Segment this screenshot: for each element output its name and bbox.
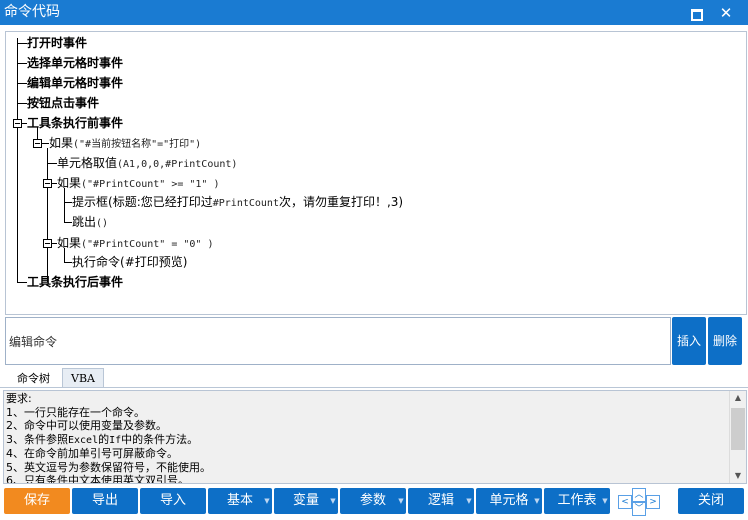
tab-command-tree[interactable]: 命令树: [5, 368, 62, 389]
event-button[interactable]: 按钮点击事件: [27, 95, 99, 111]
requirement-line: 4、在命令前加单引号可屏蔽命令。: [6, 447, 178, 460]
requirement-line: 5、英文逗号为参数保留符号，不能使用。: [6, 460, 211, 474]
tree-line: [47, 163, 57, 164]
save-button[interactable]: 保存: [4, 488, 70, 514]
requirements-heading: 要求:: [6, 392, 32, 405]
event-before-toolbar[interactable]: 工具条执行前事件: [27, 115, 123, 131]
title-bar: 命令代码 ✕: [0, 0, 748, 25]
tree-line: [47, 148, 48, 282]
dropdown-arrow-icon: ▼: [264, 497, 270, 505]
editor-placeholder: 编辑命令: [9, 335, 58, 349]
command-tree[interactable]: 打开时事件 选择单元格时事件 编辑单元格时事件 按钮点击事件 工具条执行前事件 …: [5, 31, 747, 315]
collapse-icon[interactable]: [13, 119, 22, 128]
window-title: 命令代码: [4, 4, 60, 20]
requirements-text: 要求: 1、一行只能存在一个命令。 2、命令中可以使用变量及参数。 3、条件参照…: [6, 392, 211, 484]
dropdown-arrow-icon: ▼: [534, 497, 540, 505]
move-right-icon[interactable]: >: [646, 495, 660, 509]
export-button[interactable]: 导出: [72, 488, 138, 514]
scroll-down-icon[interactable]: ▼: [730, 469, 746, 483]
requirement-line: 3、条件参照Excel的If中的条件方法。: [6, 432, 199, 446]
node-keyword: 如果: [57, 236, 82, 250]
dropdown-arrow-icon: ▼: [330, 497, 336, 505]
bottom-toolbar: 保存 导出 导入 基本 ▼ 变量 ▼ 参数 ▼ 逻辑 ▼ 单元格 ▼ 工作表 ▼ ︿ < >…: [0, 486, 748, 520]
node-exit[interactable]: 跳出(): [72, 214, 108, 232]
node-cell-get[interactable]: 单元格取值(A1,0,0,#PrintCount): [57, 155, 237, 173]
event-open[interactable]: 打开时事件: [27, 35, 87, 51]
restore-icon[interactable]: [688, 5, 704, 21]
node-if-printcount-eq[interactable]: 如果("#PrintCount" = "0" ): [57, 235, 213, 253]
tree-line: [64, 262, 72, 263]
event-after-toolbar[interactable]: 工具条执行后事件: [27, 274, 123, 290]
dropdown-arrow-icon: ▼: [466, 497, 472, 505]
tree-line: [17, 103, 27, 104]
move-down-icon[interactable]: ﹀: [632, 502, 646, 516]
sheet-menu-button[interactable]: 工作表 ▼: [544, 488, 610, 514]
param-menu-button[interactable]: 参数 ▼: [340, 488, 406, 514]
node-args: (): [96, 218, 109, 229]
close-icon[interactable]: ✕: [718, 5, 734, 21]
node-exec[interactable]: 执行命令(#打印预览): [72, 254, 187, 270]
node-args: (#打印预览): [120, 255, 188, 269]
tree-line: [17, 38, 18, 282]
tree-line: [17, 282, 27, 283]
node-args-var: #PrintCount: [212, 198, 279, 209]
tree-line: [41, 143, 49, 144]
node-args: ("#当前按钮名称"="打印"): [73, 139, 202, 150]
node-args: ("#PrintCount" = "0" ): [81, 239, 214, 250]
tree-line: [64, 188, 65, 222]
event-edit[interactable]: 编辑单元格时事件: [27, 75, 123, 91]
node-args: 次，请勿重复打印！,3): [278, 195, 404, 209]
tree-line: [64, 202, 72, 203]
node-args: ("#PrintCount" >= "1" ): [81, 179, 220, 190]
basic-menu-button[interactable]: 基本 ▼: [208, 488, 272, 514]
move-left-icon[interactable]: <: [618, 495, 632, 509]
vertical-scrollbar[interactable]: ▲ ▼: [729, 391, 746, 483]
logic-menu-button[interactable]: 逻辑 ▼: [408, 488, 474, 514]
node-if-printcount-ge[interactable]: 如果("#PrintCount" >= "1" ): [57, 175, 220, 193]
tree-line: [17, 43, 27, 44]
move-up-icon[interactable]: ︿: [632, 488, 646, 502]
tree-line: [64, 222, 72, 223]
dropdown-arrow-icon: ▼: [602, 497, 608, 505]
node-keyword: 如果: [49, 136, 74, 150]
tree-line: [17, 83, 27, 84]
tab-divider: [0, 387, 748, 388]
close-button[interactable]: 关闭: [678, 488, 744, 514]
node-msgbox[interactable]: 提示框(标题:您已经打印过#PrintCount次，请勿重复打印！,3): [72, 194, 403, 212]
command-editor[interactable]: 编辑命令: [5, 317, 671, 365]
import-button[interactable]: 导入: [140, 488, 206, 514]
node-keyword: 执行命令: [72, 255, 121, 269]
insert-button[interactable]: 插入: [672, 317, 706, 365]
scroll-up-icon[interactable]: ▲: [730, 391, 746, 405]
tree-line: [64, 248, 65, 262]
node-keyword: 跳出: [72, 215, 97, 229]
requirements-panel[interactable]: 要求: 1、一行只能存在一个命令。 2、命令中可以使用变量及参数。 3、条件参照…: [3, 390, 747, 484]
dropdown-arrow-icon: ▼: [398, 497, 404, 505]
node-args: (标题:您已经打印过: [108, 195, 213, 209]
scroll-thumb[interactable]: [731, 408, 745, 450]
tree-line: [17, 63, 27, 64]
event-select[interactable]: 选择单元格时事件: [27, 55, 123, 71]
variable-menu-button[interactable]: 变量 ▼: [274, 488, 338, 514]
tab-vba[interactable]: VBA: [62, 368, 104, 388]
cell-menu-button[interactable]: 单元格 ▼: [476, 488, 542, 514]
requirement-line: 6、只有条件中文本使用英文双引号。: [6, 474, 189, 484]
move-arrows: ︿ < > ﹀: [617, 488, 660, 516]
delete-button[interactable]: 删除: [708, 317, 742, 365]
node-keyword: 提示框: [72, 195, 109, 209]
requirement-line: 2、命令中可以使用变量及参数。: [6, 419, 167, 432]
node-keyword: 单元格取值: [57, 156, 118, 170]
node-if-button[interactable]: 如果("#当前按钮名称"="打印"): [49, 135, 201, 153]
node-args: (A1,0,0,#PrintCount): [117, 159, 238, 170]
node-keyword: 如果: [57, 176, 82, 190]
requirement-line: 1、一行只能存在一个命令。: [6, 405, 145, 419]
